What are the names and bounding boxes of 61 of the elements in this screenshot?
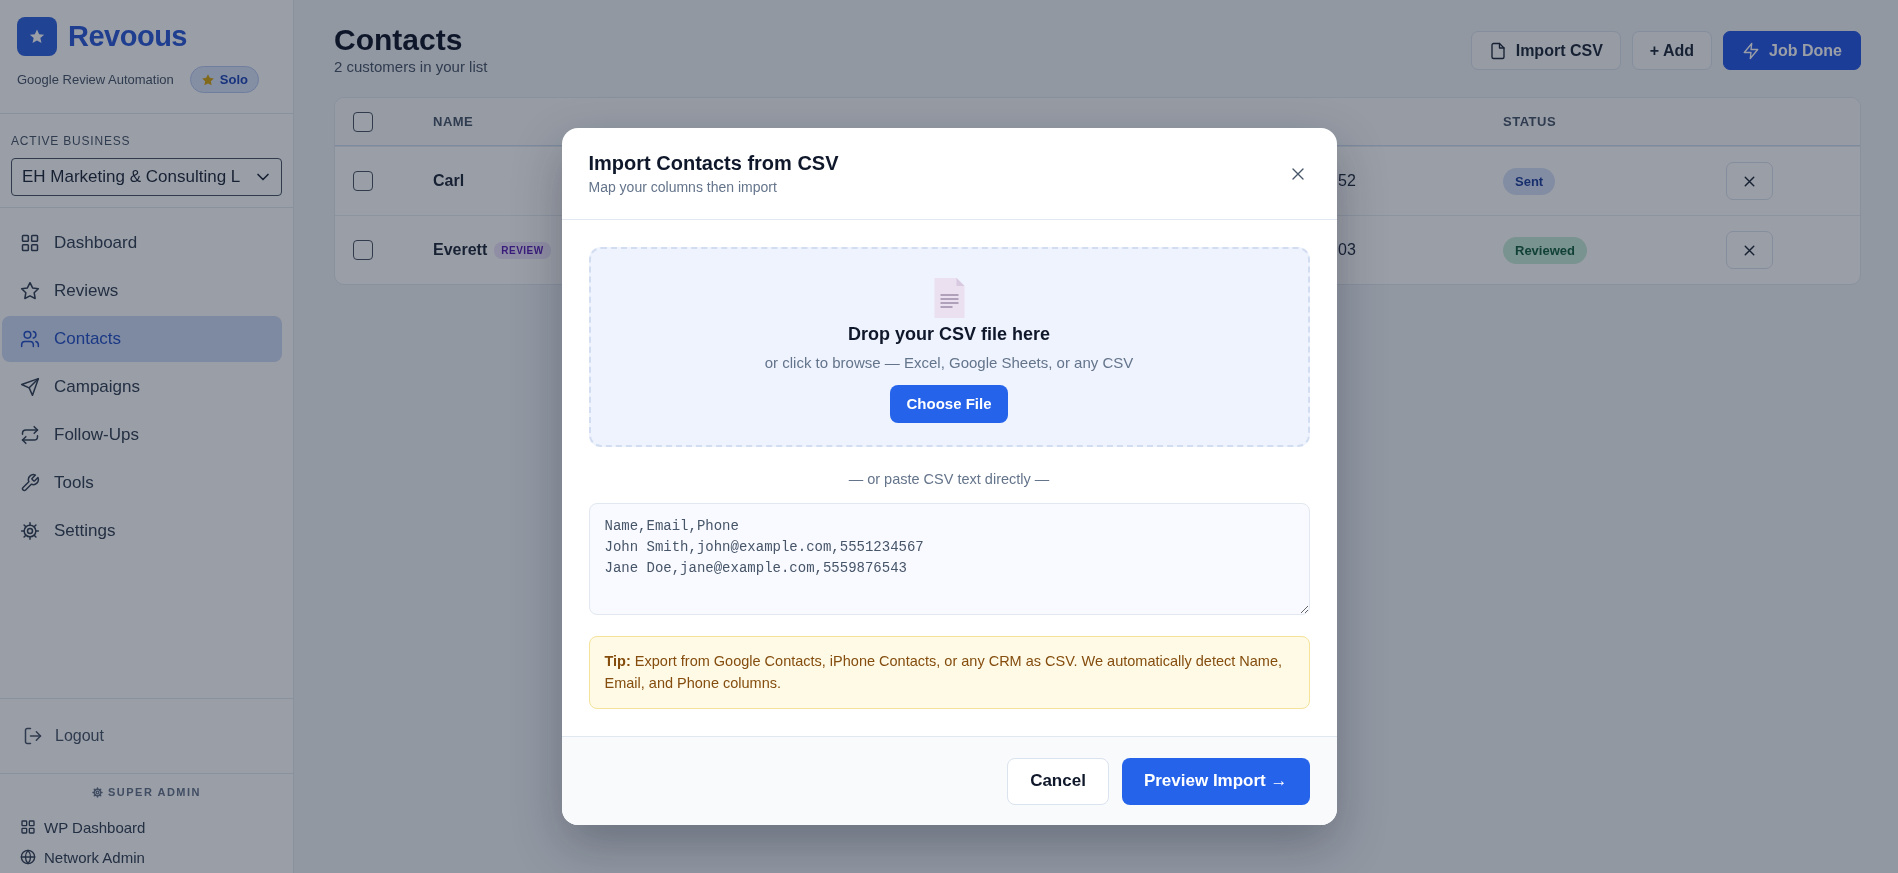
lightning-icon	[1742, 41, 1761, 60]
contact-name: Everett	[433, 241, 488, 259]
wrench-icon	[20, 473, 40, 493]
brand-name: Revoous	[68, 20, 187, 53]
choose-file-button[interactable]: Choose File	[890, 384, 1008, 423]
dialog-subtitle: Map your columns then import	[588, 179, 778, 195]
checkbox[interactable]	[353, 111, 373, 132]
plan-badge: Solo	[189, 66, 259, 93]
logout-link[interactable]: Logout	[0, 698, 293, 774]
tip-text: Tip: Export from Google Contacts, iPhone Contacts, or any CRM as CSV. We automatically detect Name, Email, and Phone columns.	[588, 636, 1310, 709]
settings-icon	[20, 521, 40, 541]
document-icon	[933, 277, 965, 318]
nav-item[interactable]: Campaigns	[2, 364, 282, 410]
nav-item[interactable]: Contacts	[2, 316, 282, 362]
users-icon	[20, 329, 40, 349]
star-icon	[20, 281, 40, 301]
nav-item[interactable]: Follow-Ups	[2, 412, 282, 458]
nav-item[interactable]: Dashboard	[2, 220, 282, 266]
column-header: NAME	[433, 114, 475, 129]
paper-plane-icon	[20, 377, 40, 397]
grid-icon	[20, 233, 40, 253]
nav-item[interactable]: Reviews	[2, 268, 282, 314]
dialog-title: Import Contacts from CSV	[588, 152, 839, 175]
phone-text: 52	[1338, 172, 1356, 190]
delete-button[interactable]	[1726, 231, 1773, 269]
csv-text-field[interactable]: Name,Email,Phone John Smith,john@example.com,5551234567 Jane Doe,jane@example.com,5559876543	[588, 503, 1310, 615]
nav-item[interactable]: Settings	[2, 508, 282, 554]
logo-icon	[17, 17, 57, 56]
drop-zone[interactable]: Drop your CSV file here or click to browse — Excel, Google Sheets, or any CSV Choose File	[588, 247, 1310, 447]
logout-icon	[23, 726, 43, 746]
business-select[interactable]: EH Marketing & Consulting L	[11, 158, 282, 196]
drop-title: Drop your CSV file here	[847, 323, 1050, 345]
section-label: ACTIVE BUSINESS	[11, 134, 132, 148]
drop-hint: or click to browse — Excel, Google Sheets, or any CSV	[764, 353, 1134, 371]
checkbox[interactable]	[353, 171, 373, 191]
grid-icon	[20, 819, 36, 835]
page-title: Contacts	[334, 22, 464, 58]
page-subtitle: 2 customers in your list	[334, 58, 488, 75]
review-badge: REVIEW	[494, 241, 551, 259]
admin-link[interactable]: WP Dashboard	[20, 812, 273, 842]
tagline: Google Review Automation	[17, 72, 174, 87]
import-csv-button[interactable]: Import CSV	[1470, 31, 1621, 70]
cancel-button[interactable]: Cancel	[1007, 757, 1109, 805]
checkbox[interactable]	[353, 240, 373, 260]
status-badge: Reviewed	[1503, 236, 1587, 264]
admin-link[interactable]: Network Admin	[20, 842, 273, 872]
settings-icon	[91, 786, 103, 798]
file-icon	[1488, 41, 1507, 60]
nav-item[interactable]: Tools	[2, 460, 282, 506]
delete-button[interactable]	[1726, 162, 1773, 200]
status-badge: Sent	[1503, 167, 1556, 195]
preview-import-button[interactable]: Preview Import →	[1121, 757, 1310, 805]
repeat-icon	[20, 425, 40, 445]
job-done-button[interactable]: Job Done	[1723, 31, 1861, 70]
separator-text: — or paste CSV text directly —	[847, 471, 1051, 487]
phone-text: 03	[1338, 241, 1356, 259]
section-label: SUPER ADMIN	[107, 786, 202, 798]
contact-name: Carl	[433, 172, 465, 190]
add-button[interactable]: + Add	[1631, 31, 1713, 70]
globe-icon	[20, 849, 36, 865]
column-header: STATUS	[1503, 114, 1558, 129]
